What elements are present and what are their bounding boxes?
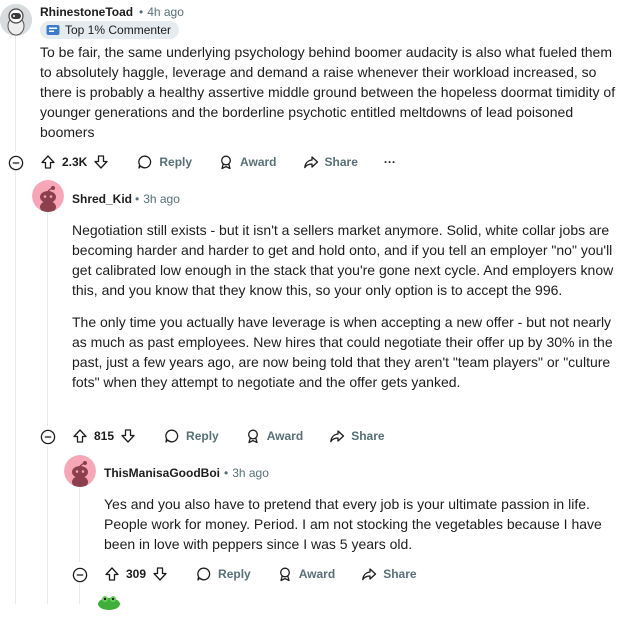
- avatar[interactable]: [32, 180, 64, 212]
- collapse-icon[interactable]: [8, 155, 24, 171]
- comment-body: Yes and you also have to pretend that ev…: [104, 494, 614, 554]
- reply-icon: [138, 155, 152, 169]
- comment-author[interactable]: ThisManisaGoodBoi: [104, 466, 220, 480]
- award-button[interactable]: Award: [277, 562, 335, 586]
- award-label: Award: [240, 155, 277, 169]
- timestamp-text: 3h ago: [143, 192, 180, 206]
- thread-line: [15, 170, 16, 604]
- downvote-icon[interactable]: [93, 154, 109, 170]
- comment-paragraph: To be fair, the same underlying psycholo…: [40, 44, 616, 140]
- upvote-icon[interactable]: [72, 428, 88, 444]
- flair-badge-icon: [46, 25, 60, 35]
- avatar[interactable]: [64, 455, 96, 487]
- award-icon: [279, 567, 290, 582]
- comment-actions: 2.3K Reply Award Share ···: [40, 150, 422, 174]
- downvote-icon[interactable]: [120, 428, 136, 444]
- share-button[interactable]: Share: [303, 150, 358, 174]
- reply-label: Reply: [186, 429, 219, 443]
- share-label: Share: [351, 429, 385, 443]
- timestamp-text: 4h ago: [147, 5, 184, 19]
- more-options-button[interactable]: ···: [384, 150, 396, 174]
- comment-actions: 309 Reply Award Share: [104, 562, 443, 586]
- reply-label: Reply: [218, 567, 251, 581]
- comment-body: To be fair, the same underlying psycholo…: [40, 42, 618, 142]
- thread-line: [79, 488, 80, 562]
- comment-body: Negotiation still exists - but it isn't …: [72, 220, 618, 392]
- vote-control: 815: [72, 428, 136, 444]
- reply-button[interactable]: Reply: [196, 562, 251, 586]
- share-button[interactable]: Share: [361, 562, 417, 586]
- comment-paragraph: The only time you actually have leverage…: [72, 314, 613, 390]
- downvote-icon[interactable]: [152, 566, 168, 582]
- award-icon: [221, 155, 231, 170]
- thread-line: [47, 446, 48, 604]
- thread-line: [79, 582, 80, 604]
- share-button[interactable]: Share: [329, 424, 385, 448]
- vote-count: 2.3K: [62, 155, 88, 169]
- reply-icon: [197, 567, 211, 581]
- comment-timestamp[interactable]: • 4h ago: [139, 5, 184, 19]
- avatar[interactable]: [96, 594, 122, 620]
- reply-label: Reply: [159, 155, 193, 169]
- timestamp-text: 3h ago: [232, 466, 269, 480]
- flair-text: Top 1% Commenter: [65, 23, 172, 37]
- award-label: Award: [298, 567, 336, 581]
- thread-line: [15, 36, 16, 152]
- comment-timestamp[interactable]: • 3h ago: [135, 192, 180, 206]
- collapse-icon[interactable]: [40, 429, 56, 445]
- vote-control: 2.3K: [40, 154, 109, 170]
- vote-count: 815: [94, 429, 115, 443]
- award-button[interactable]: Award: [245, 424, 303, 448]
- comment-actions: 815 Reply Award Share: [72, 424, 411, 448]
- comment-author[interactable]: Shred_Kid: [72, 192, 132, 206]
- award-label: Award: [266, 429, 304, 443]
- award-button[interactable]: Award: [218, 150, 277, 174]
- comment-author[interactable]: RhinestoneToad: [40, 5, 133, 19]
- upvote-icon[interactable]: [104, 566, 120, 582]
- avatar[interactable]: [0, 4, 32, 36]
- award-icon: [247, 429, 258, 444]
- reply-button[interactable]: Reply: [137, 150, 192, 174]
- more-options-icon: ···: [383, 155, 396, 169]
- comment-paragraph: Yes and you also have to pretend that ev…: [104, 496, 602, 552]
- share-label: Share: [383, 567, 417, 581]
- share-icon: [330, 430, 345, 443]
- share-label: Share: [324, 155, 358, 169]
- vote-control: 309: [104, 566, 168, 582]
- reply-button[interactable]: Reply: [164, 424, 219, 448]
- reply-icon: [165, 429, 179, 443]
- comment-paragraph: Negotiation still exists - but it isn't …: [72, 222, 614, 298]
- comment-timestamp[interactable]: • 3h ago: [224, 466, 269, 480]
- thread-line: [47, 212, 48, 426]
- share-icon: [362, 568, 377, 581]
- user-flair: Top 1% Commenter: [40, 21, 180, 39]
- share-icon: [303, 156, 318, 169]
- collapse-icon[interactable]: [72, 567, 88, 583]
- vote-count: 309: [126, 567, 147, 581]
- upvote-icon[interactable]: [40, 154, 56, 170]
